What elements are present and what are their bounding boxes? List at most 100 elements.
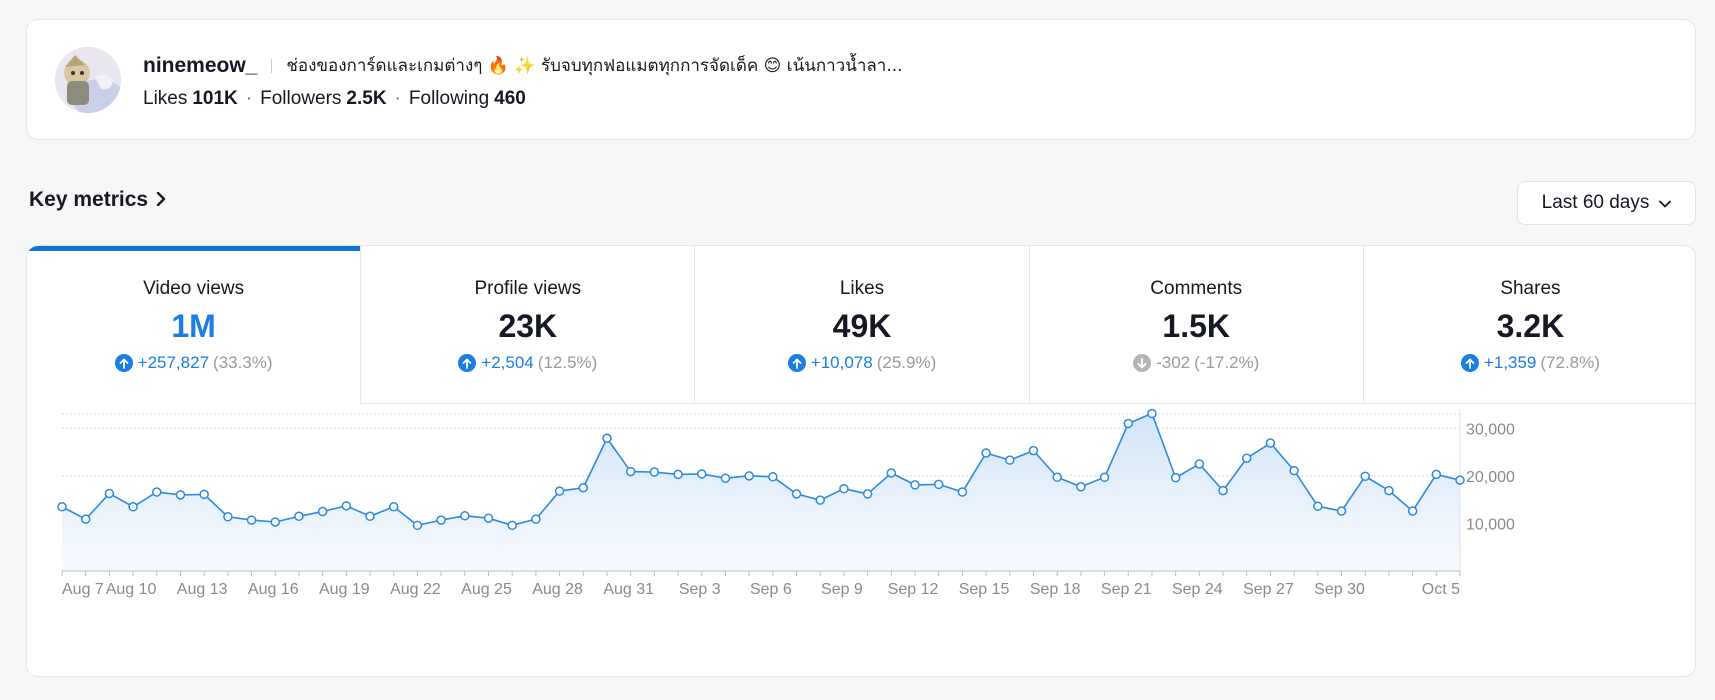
metrics-card: Video views 1M +257,827 (33.3%) Profile view… [26, 245, 1696, 677]
data-point[interactable] [388, 502, 399, 512]
data-point[interactable] [1336, 506, 1347, 516]
chevron-down-icon [1659, 192, 1672, 214]
data-point[interactable] [957, 487, 968, 497]
data-point[interactable] [981, 448, 991, 458]
data-point[interactable] [341, 501, 352, 511]
data-point[interactable] [554, 486, 565, 496]
stat-followers: Followers 2.5K [260, 88, 386, 110]
data-point[interactable] [886, 468, 897, 478]
data-point[interactable] [460, 511, 470, 521]
y-tick-label: 10,000 [1466, 516, 1515, 533]
data-point[interactable] [57, 502, 67, 512]
data-point[interactable] [791, 489, 802, 499]
data-point[interactable] [720, 473, 731, 483]
data-point[interactable] [104, 488, 115, 499]
data-point[interactable] [910, 480, 920, 490]
data-point[interactable] [1052, 472, 1062, 483]
data-point[interactable] [270, 517, 281, 527]
profile-stats: Likes 101K · Followers 2.5K · Following 460 [143, 88, 526, 110]
data-point[interactable] [436, 515, 446, 525]
x-tick-label: Aug 31 [603, 581, 654, 598]
data-point[interactable] [933, 479, 944, 490]
data-point[interactable] [1431, 469, 1442, 480]
stat-value: 101K [192, 88, 238, 109]
data-point[interactable] [673, 469, 683, 480]
data-point[interactable] [1218, 485, 1228, 496]
data-point[interactable] [697, 469, 707, 479]
x-tick-label: Aug 25 [461, 581, 512, 598]
x-tick-label: Aug 13 [177, 581, 228, 598]
data-point[interactable] [317, 506, 328, 517]
stat-label: Followers [260, 88, 342, 109]
data-point[interactable] [1028, 445, 1039, 456]
data-point[interactable] [602, 433, 612, 444]
username[interactable]: ninemeow_ [143, 54, 257, 78]
data-point[interactable] [531, 514, 541, 524]
data-point[interactable] [578, 482, 589, 493]
key-metrics-title: Key metrics [29, 188, 149, 211]
bio: ช่องของการ์ดและเกมต่างๆ 🔥 ✨ รับจบทุกฟอแม… [286, 56, 903, 76]
avatar[interactable] [55, 47, 121, 113]
data-point[interactable] [152, 487, 162, 497]
x-tick-label: Oct 5 [1422, 581, 1460, 598]
data-point[interactable] [1076, 482, 1086, 492]
date-range-dropdown[interactable]: Last 60 days [1517, 181, 1696, 225]
key-metrics-link[interactable]: Key metrics [29, 188, 166, 212]
x-tick-label: Aug 10 [106, 581, 157, 598]
data-point[interactable] [768, 472, 778, 482]
data-point[interactable] [1455, 475, 1465, 485]
data-point[interactable] [1147, 408, 1157, 419]
data-point[interactable] [1123, 418, 1134, 429]
data-point[interactable] [223, 512, 233, 522]
y-tick-label: 30,000 [1466, 421, 1515, 438]
x-tick-label: Sep 9 [821, 581, 863, 598]
stat-value: 2.5K [346, 88, 387, 109]
data-point[interactable] [1360, 471, 1370, 482]
data-point[interactable] [483, 513, 494, 523]
data-point[interactable] [294, 511, 304, 522]
data-point[interactable] [175, 490, 186, 500]
data-point[interactable] [815, 495, 825, 505]
data-point[interactable] [1289, 465, 1299, 476]
x-tick-label: Aug 16 [248, 581, 299, 598]
x-tick-label: Sep 3 [679, 581, 721, 598]
data-point[interactable] [1265, 438, 1276, 448]
x-tick-label: Sep 6 [750, 581, 792, 598]
series-area [62, 413, 1460, 571]
data-point[interactable] [1005, 455, 1015, 465]
data-point[interactable] [80, 514, 91, 524]
x-tick-label: Aug 7 [62, 581, 104, 598]
x-tick-label: Sep 12 [888, 581, 939, 598]
data-point[interactable] [246, 515, 257, 525]
data-point[interactable] [199, 489, 209, 500]
data-point[interactable] [625, 466, 636, 477]
stat-label: Likes [143, 88, 188, 109]
data-point[interactable] [1407, 506, 1418, 516]
data-point[interactable] [365, 511, 375, 522]
avatar-image [55, 47, 121, 113]
data-point[interactable] [649, 467, 660, 477]
stat-separator: · [245, 88, 253, 109]
profile-name-row: ninemeow_ ช่องของการ์ดและเกมต่างๆ 🔥 ✨ รั… [143, 52, 903, 79]
x-tick-label: Sep 24 [1172, 581, 1223, 598]
stat-following: Following 460 [409, 88, 526, 110]
x-tick-label: Sep 15 [959, 581, 1010, 598]
data-point[interactable] [1241, 453, 1252, 463]
x-tick-label: Sep 21 [1101, 581, 1152, 598]
data-point[interactable] [507, 520, 517, 531]
stat-label: Following [408, 88, 490, 109]
data-point[interactable] [744, 471, 754, 481]
y-tick-label: 20,000 [1466, 469, 1515, 486]
data-point[interactable] [862, 489, 873, 499]
data-point[interactable] [128, 502, 138, 512]
chevron-right-icon [156, 189, 166, 212]
data-point[interactable] [839, 483, 849, 494]
data-point[interactable] [1099, 472, 1110, 483]
data-point[interactable] [1194, 459, 1205, 469]
stat-value: 460 [494, 88, 526, 109]
data-point[interactable] [1313, 501, 1323, 512]
data-point[interactable] [412, 520, 423, 531]
x-tick-label: Aug 19 [319, 581, 370, 598]
data-point[interactable] [1384, 485, 1394, 496]
data-point[interactable] [1170, 473, 1181, 483]
